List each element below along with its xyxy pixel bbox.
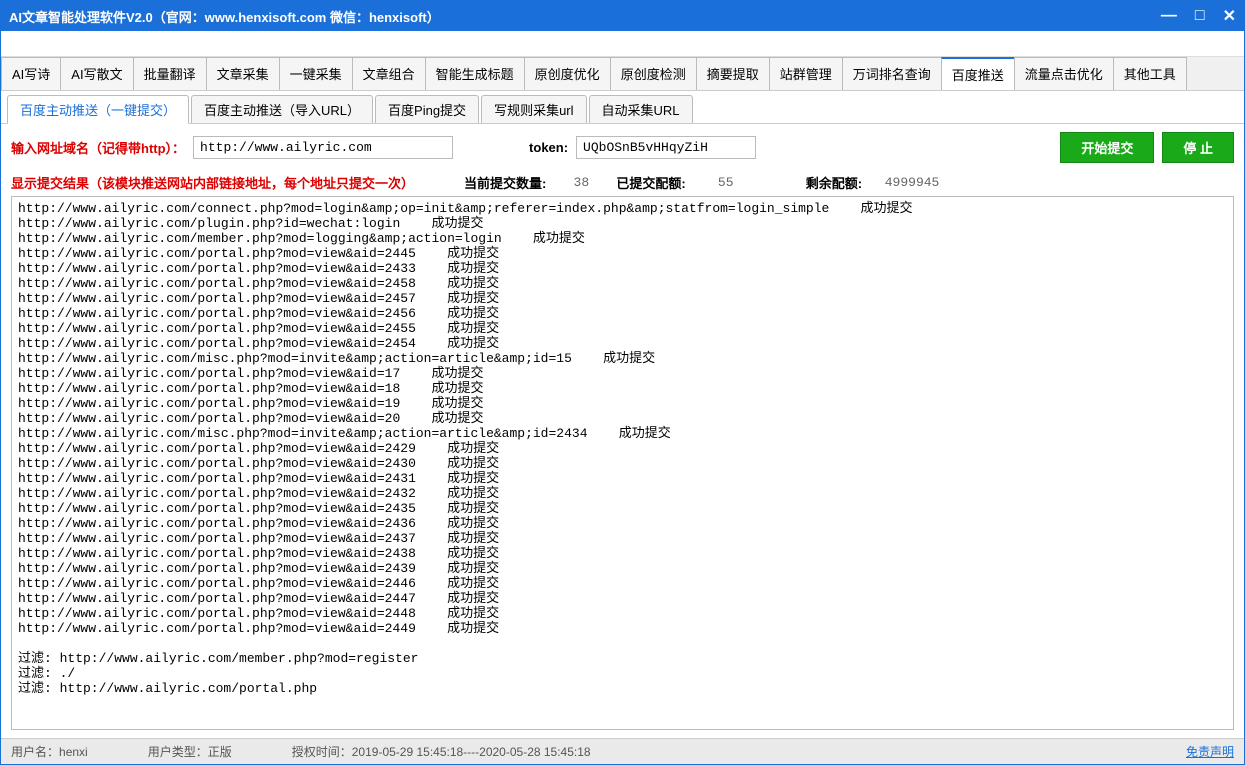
result-label: 显示提交结果（该模块推送网站内部链接地址，每个地址只提交一次） xyxy=(11,173,414,192)
status-auth-time: 授权时间：2019-05-29 15:45:18----2020-05-28 1… xyxy=(292,743,591,760)
maximize-icon[interactable]: □ xyxy=(1195,7,1205,25)
domain-label: 输入网址域名（记得带http）： xyxy=(11,138,185,157)
sub-tabs: 百度主动推送（一键提交）百度主动推送（导入URL）百度Ping提交写规则采集ur… xyxy=(1,91,1244,124)
titlebar-text: AI文章智能处理软件V2.0（官网：www.henxisoft.com 微信：h… xyxy=(9,7,1161,26)
main-tab-10[interactable]: 站群管理 xyxy=(769,57,843,90)
current-count-label: 当前提交数量: xyxy=(464,173,546,192)
disclaimer-link[interactable]: 免责声明 xyxy=(1186,743,1234,760)
main-tab-12[interactable]: 百度推送 xyxy=(941,57,1015,90)
status-usertype: 用户类型：正版 xyxy=(148,743,232,760)
main-tab-0[interactable]: AI写诗 xyxy=(1,57,61,90)
input-row: 输入网址域名（记得带http）： token: 开始提交 停 止 xyxy=(11,132,1234,163)
main-tab-7[interactable]: 原创度优化 xyxy=(524,57,611,90)
main-tab-8[interactable]: 原创度检测 xyxy=(610,57,697,90)
token-input[interactable] xyxy=(576,136,756,159)
window-controls: — □ ✕ xyxy=(1161,6,1236,26)
stats-row: 显示提交结果（该模块推送网站内部链接地址，每个地址只提交一次） 当前提交数量: … xyxy=(11,173,1234,192)
sub-tab-1[interactable]: 百度主动推送（导入URL） xyxy=(191,95,373,123)
main-tab-13[interactable]: 流量点击优化 xyxy=(1014,57,1114,90)
main-tab-11[interactable]: 万词排名查询 xyxy=(842,57,942,90)
status-username: 用户名：henxi xyxy=(11,743,88,760)
sub-tab-4[interactable]: 自动采集URL xyxy=(589,95,693,123)
toolbar-spacer xyxy=(1,31,1244,57)
remain-quota-value: 4999945 xyxy=(872,175,952,190)
start-submit-button[interactable]: 开始提交 xyxy=(1060,132,1154,163)
stop-button[interactable]: 停 止 xyxy=(1162,132,1234,163)
main-tab-9[interactable]: 摘要提取 xyxy=(696,57,770,90)
main-tab-3[interactable]: 文章采集 xyxy=(206,57,280,90)
token-label: token: xyxy=(529,140,568,155)
log-output[interactable]: http://www.ailyric.com/connect.php?mod=l… xyxy=(11,196,1234,730)
main-tabs: AI写诗AI写散文批量翻译文章采集一键采集文章组合智能生成标题原创度优化原创度检… xyxy=(1,57,1244,91)
statusbar: 用户名：henxi 用户类型：正版 授权时间：2019-05-29 15:45:… xyxy=(1,738,1244,764)
titlebar[interactable]: AI文章智能处理软件V2.0（官网：www.henxisoft.com 微信：h… xyxy=(1,1,1244,31)
main-tab-2[interactable]: 批量翻译 xyxy=(133,57,207,90)
domain-input[interactable] xyxy=(193,136,453,159)
sub-tab-2[interactable]: 百度Ping提交 xyxy=(375,95,479,123)
minimize-icon[interactable]: — xyxy=(1161,7,1177,25)
remain-quota-label: 剩余配额: xyxy=(806,173,862,192)
sub-tab-0[interactable]: 百度主动推送（一键提交） xyxy=(7,95,189,124)
main-tab-1[interactable]: AI写散文 xyxy=(60,57,133,90)
submitted-quota-value: 55 xyxy=(696,175,756,190)
sub-tab-3[interactable]: 写规则采集url xyxy=(481,95,586,123)
content-panel: 输入网址域名（记得带http）： token: 开始提交 停 止 显示提交结果（… xyxy=(1,124,1244,738)
app-window: AI文章智能处理软件V2.0（官网：www.henxisoft.com 微信：h… xyxy=(0,0,1245,765)
submitted-quota-label: 已提交配额: xyxy=(616,173,685,192)
close-icon[interactable]: ✕ xyxy=(1223,6,1236,26)
current-count-value: 38 xyxy=(556,175,606,190)
main-tab-14[interactable]: 其他工具 xyxy=(1113,57,1187,90)
main-tab-4[interactable]: 一键采集 xyxy=(279,57,353,90)
main-tab-6[interactable]: 智能生成标题 xyxy=(425,57,525,90)
main-tab-5[interactable]: 文章组合 xyxy=(352,57,426,90)
